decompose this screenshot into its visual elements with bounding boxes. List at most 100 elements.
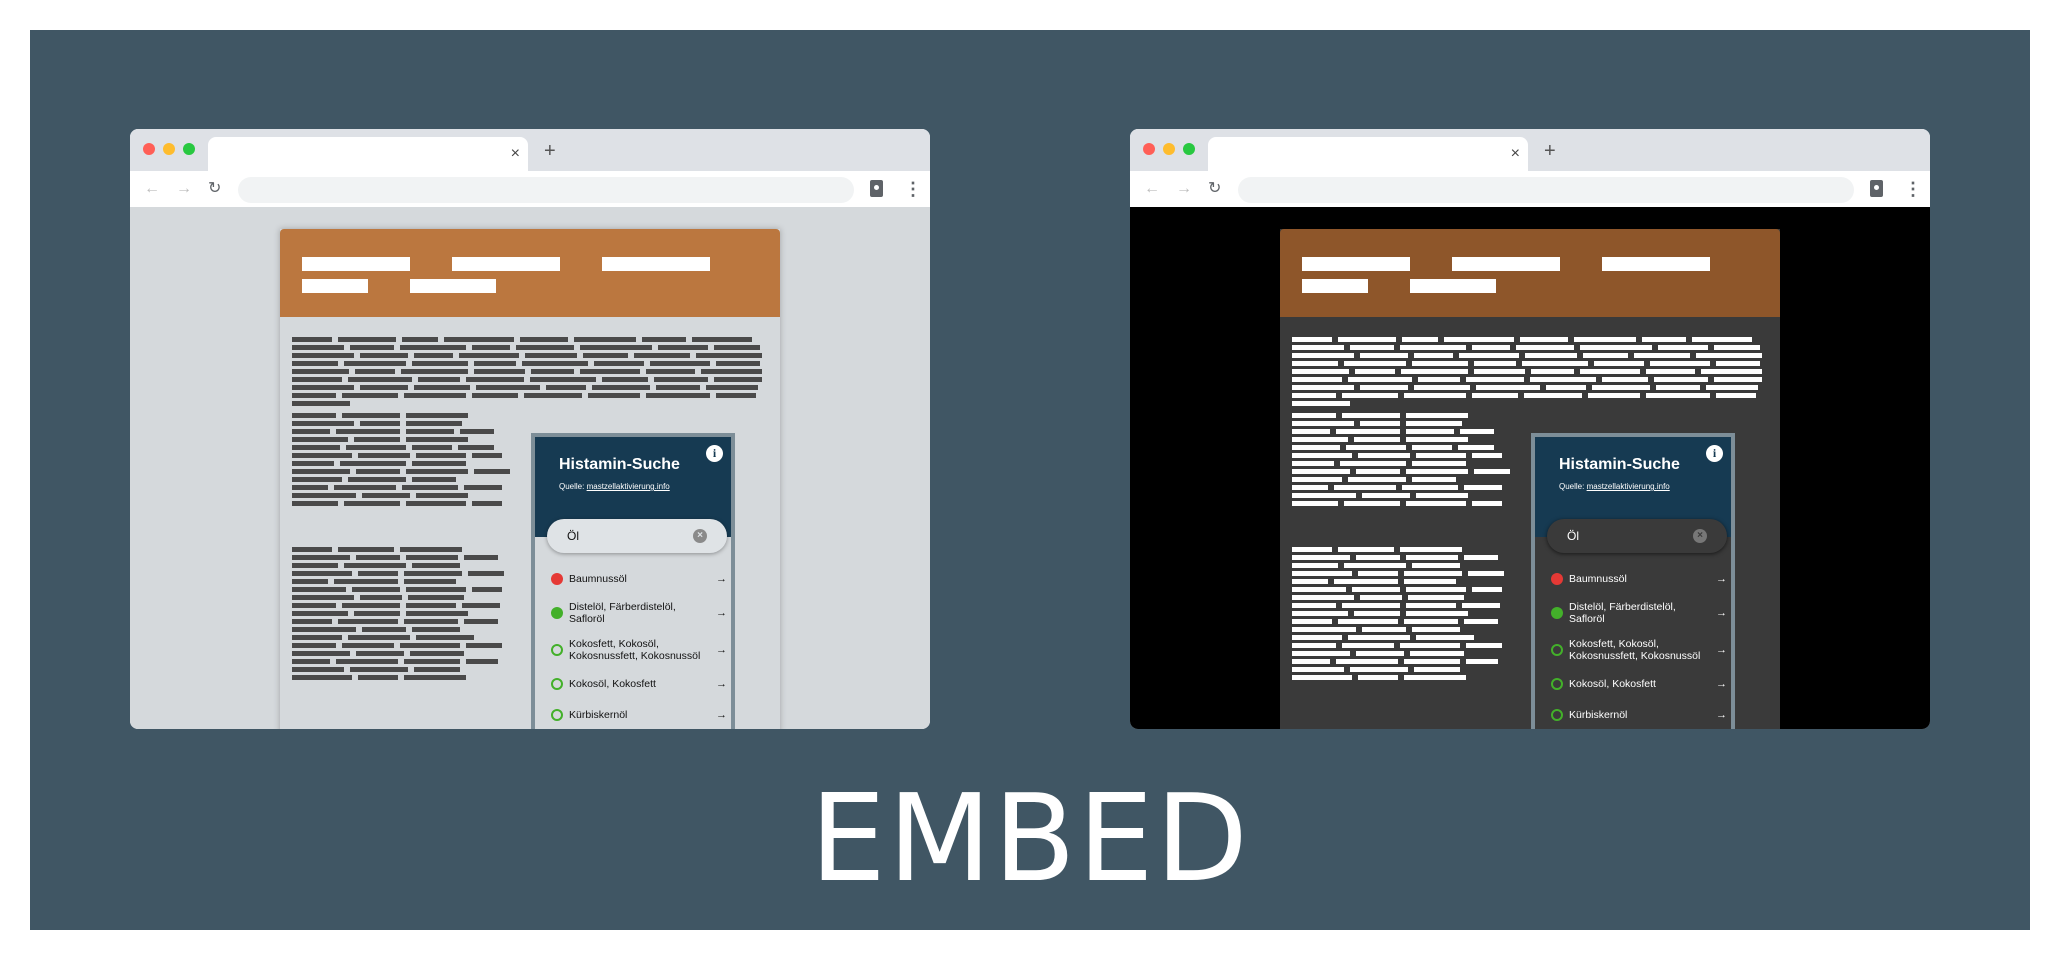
- close-icon[interactable]: ×: [511, 144, 520, 164]
- result-item[interactable]: Kokosöl, Kokosfett →: [549, 674, 727, 694]
- browser-window-dark: × + ← → ↻ ⋮ Histamin-Suche Quelle: mastz…: [1130, 129, 1930, 729]
- page-viewport: Histamin-Suche Quelle: mastzellaktivieru…: [130, 207, 930, 729]
- arrow-right-icon: →: [1716, 573, 1727, 585]
- result-item[interactable]: Kokosöl, Kokosfett →: [1549, 674, 1727, 694]
- minimize-window-button[interactable]: [1163, 143, 1175, 155]
- address-bar[interactable]: [238, 177, 854, 203]
- kebab-menu-icon[interactable]: ⋮: [904, 179, 922, 199]
- result-item[interactable]: Kokosfett, Kokosöl, Kokosnussfett, Kokos…: [1549, 637, 1727, 663]
- result-item[interactable]: Baumnussöl →: [549, 569, 727, 589]
- result-item[interactable]: Kürbiskernöl →: [549, 705, 727, 725]
- clipboard-extension-icon[interactable]: [870, 180, 883, 197]
- clipboard-extension-icon[interactable]: [1870, 180, 1883, 197]
- status-green-ring-icon: [1551, 678, 1563, 690]
- status-green-ring-icon: [1551, 709, 1563, 721]
- result-item[interactable]: Baumnussöl →: [1549, 569, 1727, 589]
- result-label: Baumnussöl: [569, 573, 627, 585]
- status-green-ring-icon: [551, 678, 563, 690]
- nav-link-placeholder[interactable]: [1602, 257, 1710, 271]
- status-green-dot-icon: [1551, 607, 1563, 619]
- minimize-window-button[interactable]: [163, 143, 175, 155]
- result-label: Kokosöl, Kokosfett: [1569, 678, 1656, 690]
- arrow-right-icon: →: [716, 573, 727, 585]
- arrow-right-icon: →: [716, 678, 727, 690]
- widget-title: Histamin-Suche: [559, 456, 680, 473]
- result-item[interactable]: Distelöl, Färberdistelöl, Safloröl →: [549, 600, 727, 626]
- kebab-menu-icon[interactable]: ⋮: [1904, 179, 1922, 199]
- source-link[interactable]: mastzellaktivierung.info: [587, 482, 670, 491]
- result-item[interactable]: Kürbiskernöl →: [1549, 705, 1727, 725]
- nav-link-placeholder[interactable]: [1452, 257, 1560, 271]
- arrow-right-icon: →: [1716, 709, 1727, 721]
- arrow-right-icon: →: [716, 607, 727, 619]
- browser-tab[interactable]: ×: [208, 137, 528, 171]
- close-window-button[interactable]: [1143, 143, 1155, 155]
- status-red-dot-icon: [551, 573, 563, 585]
- tab-strip: × +: [1130, 129, 1930, 171]
- search-value: Öl: [1567, 529, 1579, 543]
- search-input[interactable]: Öl ×: [1547, 519, 1727, 553]
- result-list: Baumnussöl → Distelöl, Färberdistelöl, S…: [1549, 569, 1727, 729]
- nav-link-placeholder[interactable]: [1302, 257, 1410, 271]
- source-link[interactable]: mastzellaktivierung.info: [1587, 482, 1670, 491]
- close-window-button[interactable]: [143, 143, 155, 155]
- clear-search-icon[interactable]: ×: [693, 529, 707, 543]
- reload-icon[interactable]: ↻: [1208, 179, 1221, 199]
- result-item[interactable]: Kokosfett, Kokosöl, Kokosnussfett, Kokos…: [549, 637, 727, 663]
- nav-link-placeholder[interactable]: [302, 257, 410, 271]
- new-tab-icon[interactable]: +: [544, 141, 556, 161]
- site-header: [1280, 229, 1780, 317]
- maximize-window-button[interactable]: [1183, 143, 1195, 155]
- result-label: Kürbiskernöl: [1569, 709, 1628, 721]
- browser-toolbar: ← → ↻ ⋮: [1130, 171, 1930, 207]
- source-label: Quelle:: [559, 482, 585, 491]
- nav-link-placeholder[interactable]: [1302, 279, 1368, 293]
- result-label: Kürbiskernöl: [569, 709, 628, 721]
- browser-tab[interactable]: ×: [1208, 137, 1528, 171]
- source-label: Quelle:: [1559, 482, 1585, 491]
- presentation-stage: × + ← → ↻ ⋮ Histamin-Suche Quelle: mastz…: [30, 30, 2030, 930]
- widget-source: Quelle: mastzellaktivierung.info: [559, 482, 670, 492]
- clear-search-icon[interactable]: ×: [1693, 529, 1707, 543]
- histamine-search-widget: Histamin-Suche Quelle: mastzellaktivieru…: [1531, 433, 1735, 729]
- new-tab-icon[interactable]: +: [1544, 141, 1556, 161]
- forward-arrow-icon[interactable]: →: [176, 179, 192, 199]
- status-green-dot-icon: [551, 607, 563, 619]
- arrow-right-icon: →: [716, 709, 727, 721]
- widget-body: Histamin-Suche Quelle: mastzellaktivieru…: [1535, 437, 1731, 729]
- nav-link-placeholder[interactable]: [410, 279, 496, 293]
- nav-link-placeholder[interactable]: [602, 257, 710, 271]
- tab-strip: × +: [130, 129, 930, 171]
- result-label: Distelöl, Färberdistelöl, Safloröl: [569, 601, 676, 625]
- back-arrow-icon[interactable]: ←: [144, 179, 160, 199]
- close-icon[interactable]: ×: [1511, 144, 1520, 164]
- widget-body: Histamin-Suche Quelle: mastzellaktivieru…: [535, 437, 731, 729]
- text-placeholder-intro: [292, 337, 763, 409]
- text-placeholder-column-2: [292, 547, 516, 683]
- search-input[interactable]: Öl ×: [547, 519, 727, 553]
- arrow-right-icon: →: [1716, 644, 1727, 656]
- arrow-right-icon: →: [1716, 607, 1727, 619]
- info-icon[interactable]: i: [706, 445, 723, 462]
- arrow-right-icon: →: [1716, 678, 1727, 690]
- forward-arrow-icon[interactable]: →: [1176, 179, 1192, 199]
- status-green-ring-icon: [551, 644, 563, 656]
- nav-link-placeholder[interactable]: [452, 257, 560, 271]
- result-item[interactable]: Distelöl, Färberdistelöl, Safloröl →: [1549, 600, 1727, 626]
- info-icon[interactable]: i: [1706, 445, 1723, 462]
- histamine-search-widget: Histamin-Suche Quelle: mastzellaktivieru…: [531, 433, 735, 729]
- nav-link-placeholder[interactable]: [1410, 279, 1496, 293]
- status-red-dot-icon: [1551, 573, 1563, 585]
- maximize-window-button[interactable]: [183, 143, 195, 155]
- nav-link-placeholder[interactable]: [302, 279, 368, 293]
- reload-icon[interactable]: ↻: [208, 179, 221, 199]
- site-header: [280, 229, 780, 317]
- status-green-ring-icon: [1551, 644, 1563, 656]
- text-placeholder-column-2: [1292, 547, 1516, 683]
- result-label: Kokosfett, Kokosöl, Kokosnussfett, Kokos…: [1569, 638, 1701, 662]
- back-arrow-icon[interactable]: ←: [1144, 179, 1160, 199]
- result-label: Kokosfett, Kokosöl, Kokosnussfett, Kokos…: [569, 638, 701, 662]
- browser-window-light: × + ← → ↻ ⋮ Histamin-Suche Quelle: mastz…: [130, 129, 930, 729]
- address-bar[interactable]: [1238, 177, 1854, 203]
- widget-source: Quelle: mastzellaktivierung.info: [1559, 482, 1670, 492]
